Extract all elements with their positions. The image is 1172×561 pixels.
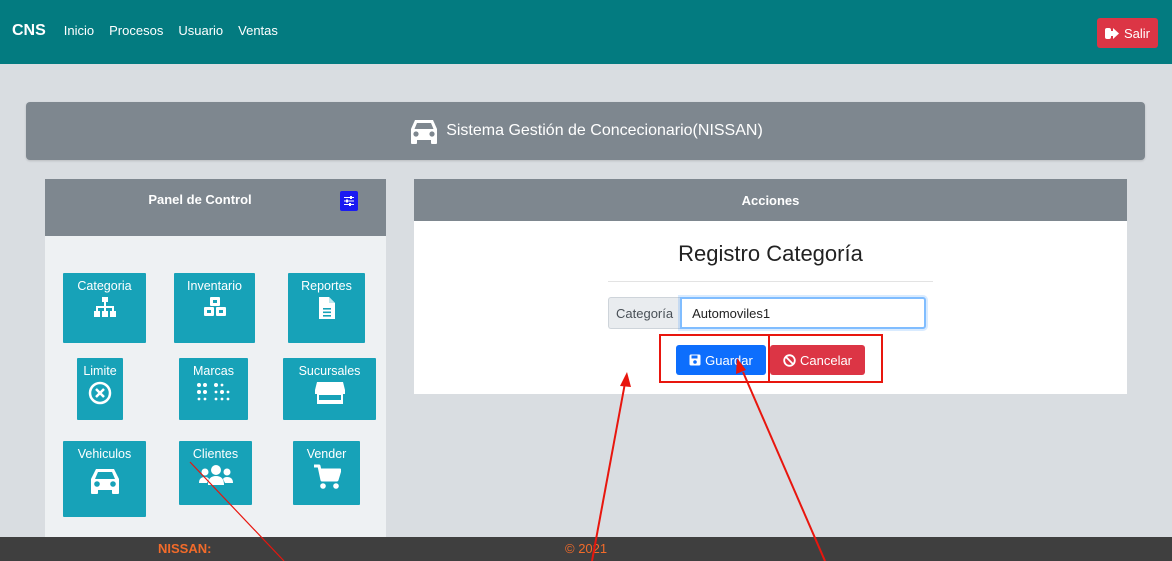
- tile-label: Marcas: [193, 364, 234, 378]
- car-icon: [411, 120, 438, 144]
- car-icon: [90, 469, 119, 494]
- tile-label: Sucursales: [298, 364, 361, 378]
- cart-icon: [313, 464, 341, 489]
- tile-label: Categoria: [77, 279, 132, 293]
- tile-label: Clientes: [192, 447, 239, 461]
- nav-link-usuario[interactable]: Usuario: [178, 23, 223, 38]
- footer-copyright: © 2021: [565, 541, 608, 556]
- tile-label: Reportes: [301, 279, 352, 293]
- tile-label: Inventario: [187, 279, 242, 293]
- category-field-label: Categoría: [608, 297, 681, 329]
- tile-inventario[interactable]: Inventario: [174, 273, 255, 343]
- nav-link-ventas[interactable]: Ventas: [238, 23, 278, 38]
- annotation-arrow-form: [591, 382, 626, 561]
- page-title-bar: Sistema Gestión de Concecionario(NISSAN): [26, 102, 1145, 160]
- file-icon: [318, 297, 335, 319]
- actions-header: Acciones: [414, 179, 1127, 221]
- users-icon: [198, 465, 233, 485]
- form-title: Registro Categoría: [678, 241, 863, 266]
- tile-vender[interactable]: Vender: [293, 441, 360, 505]
- navbar: CNS Inicio Procesos Usuario Ventas Salir: [0, 0, 1172, 64]
- logout-button[interactable]: Salir: [1096, 18, 1158, 48]
- tile-reportes[interactable]: Reportes: [288, 273, 365, 343]
- category-input[interactable]: [680, 297, 927, 329]
- tile-limite[interactable]: Limite: [77, 358, 123, 420]
- times-circle-icon: [88, 381, 112, 405]
- annotation-box-cancel: [768, 334, 883, 383]
- tile-sucursales[interactable]: Sucursales: [283, 358, 376, 420]
- sitemap-icon: [93, 297, 116, 317]
- tile-vehiculos[interactable]: Vehiculos: [63, 441, 146, 517]
- sliders-icon: [344, 196, 354, 206]
- brand[interactable]: CNS: [12, 22, 46, 40]
- control-panel-title: Panel de Control: [148, 192, 252, 207]
- nav-link-inicio[interactable]: Inicio: [64, 23, 94, 38]
- store-icon: [314, 382, 345, 404]
- tile-label: Vender: [306, 447, 347, 461]
- control-panel-header: Panel de Control: [45, 179, 386, 236]
- tile-label: Limite: [83, 364, 117, 378]
- footer: NISSAN: © 2021: [0, 537, 1172, 561]
- tile-marcas[interactable]: Marcas: [179, 358, 248, 420]
- category-input-group: Categoría: [608, 297, 927, 329]
- sign-out-icon: [1104, 27, 1119, 39]
- logout-label: Salir: [1123, 25, 1150, 41]
- braille-icon: [196, 383, 229, 401]
- nav-link-procesos[interactable]: Procesos: [109, 23, 163, 38]
- cubes-icon: [203, 297, 226, 316]
- tile-categoria[interactable]: Categoria: [63, 273, 146, 343]
- divider: [608, 281, 933, 282]
- actions-title: Acciones: [741, 192, 800, 208]
- tile-clientes[interactable]: Clientes: [179, 441, 252, 505]
- sliders-toggle-button[interactable]: [340, 191, 358, 211]
- annotation-arrow-save: [742, 371, 826, 561]
- annotation-box-save: [659, 334, 770, 383]
- tile-label: Vehiculos: [77, 447, 132, 461]
- footer-brand: NISSAN:: [158, 541, 212, 556]
- page-title: Sistema Gestión de Concecionario(NISSAN): [446, 122, 763, 139]
